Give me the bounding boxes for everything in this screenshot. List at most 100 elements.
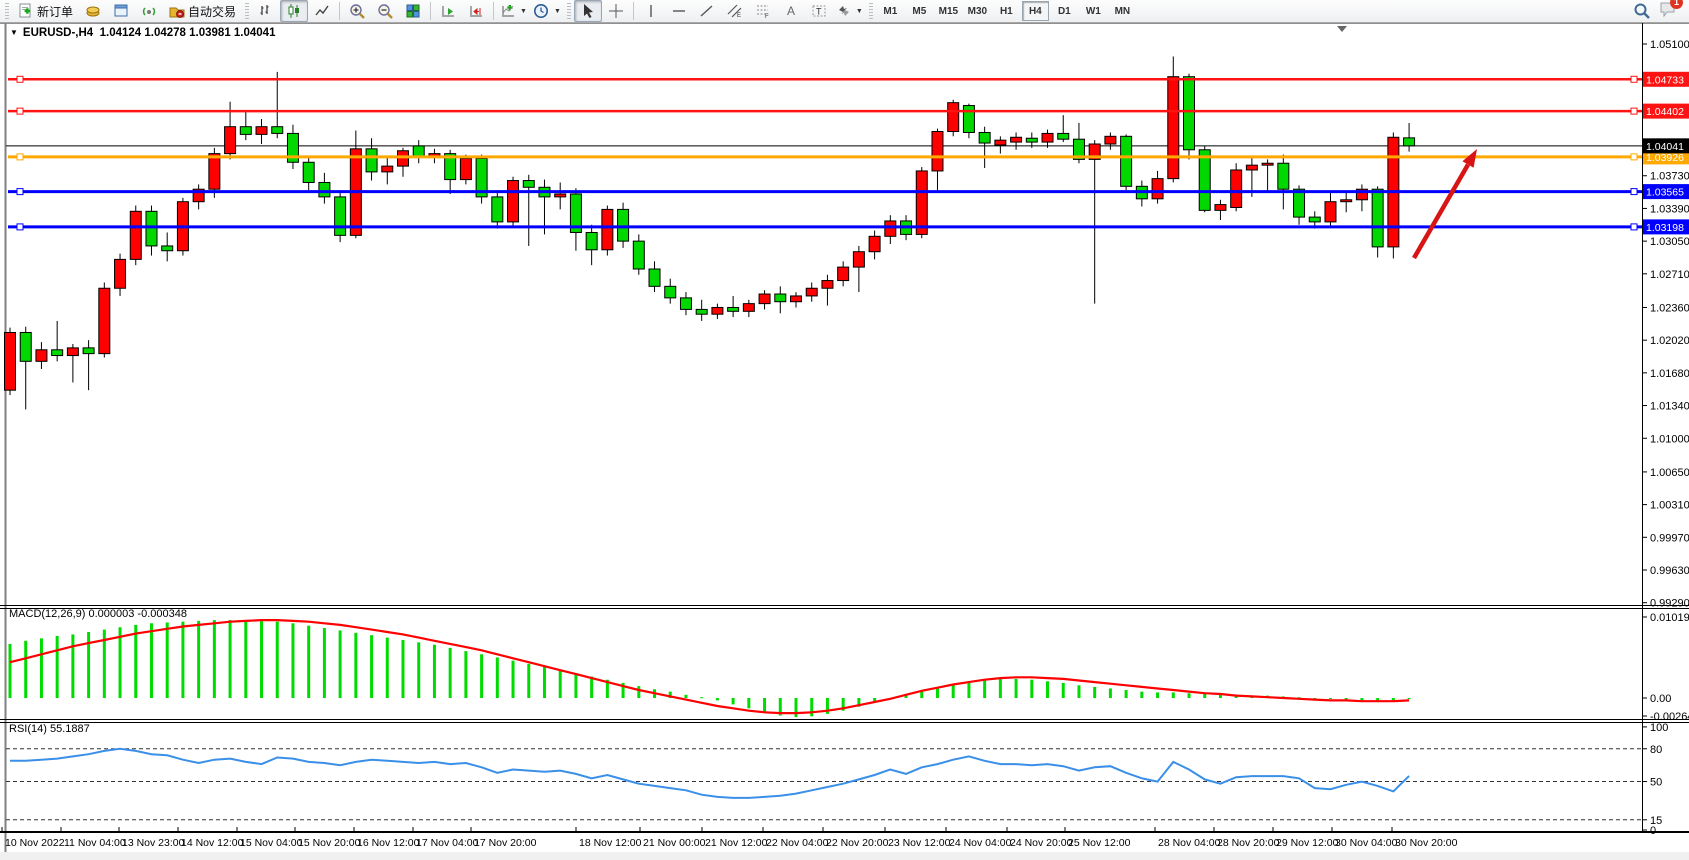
tile-windows-button[interactable] [399,0,427,22]
text-label-button[interactable]: T [805,0,833,22]
indicators-button[interactable]: ▼ [497,0,530,22]
autotrading-button[interactable]: 自动交易 [163,0,242,22]
macd-histogram-bar [402,640,405,698]
candle-bearish [618,209,629,241]
clock-icon [533,3,550,20]
candle-bullish [5,332,16,390]
toolbar-grip[interactable] [567,3,571,19]
text-label-icon: T [811,3,827,19]
timeframe-button-H1[interactable]: H1 [993,1,1020,21]
candlestick-chart-button[interactable] [280,0,308,22]
price-axis-label: 1.01000 [1650,433,1689,445]
price-line-tag: 1.03926 [1646,152,1684,164]
zoom-out-button[interactable] [371,0,399,22]
trendline-button[interactable] [693,0,721,22]
time-axis-label: 23 Nov 12:00 [888,837,951,849]
macd-histogram-bar [213,620,216,698]
macd-histogram-bar [24,641,27,698]
horizontal-line-button[interactable] [665,0,693,22]
new-order-label: 新订单 [37,3,73,20]
candle-bullish [398,151,409,166]
macd-histogram-bar [543,667,546,698]
macd-histogram-bar [386,638,389,698]
candle-bullish [1215,205,1226,211]
macd-histogram-bar [1140,692,1143,698]
macd-histogram-bar [181,622,184,698]
timeframe-button-H4[interactable]: H4 [1022,1,1049,21]
zoom-in-button[interactable] [343,0,371,22]
candle-bearish [728,307,739,311]
timeframe-button-W1[interactable]: W1 [1080,1,1107,21]
line-handle[interactable] [17,76,23,82]
macd-histogram-bar [339,630,342,698]
line-handle[interactable] [1631,108,1637,114]
data-window-button[interactable] [107,0,135,22]
line-handle[interactable] [1631,76,1637,82]
macd-histogram-bar [197,621,200,698]
new-order-button[interactable]: 新订单 [12,0,79,22]
price-axis[interactable]: 1.051001.037301.033901.030501.027101.023… [1642,39,1689,837]
arrows-button[interactable]: ▼ [833,0,866,22]
line-handle[interactable] [1631,189,1637,195]
macd-histogram-bar [1109,688,1112,698]
candle-bullish [1105,136,1116,144]
fibonacci-button[interactable]: F [749,0,777,22]
macd-histogram-bar [1077,685,1080,698]
channel-button[interactable]: E [721,0,749,22]
line-handle[interactable] [17,189,23,195]
macd-histogram-bar [952,684,955,698]
line-chart-button[interactable] [308,0,336,22]
market-watch-button[interactable] [79,0,107,22]
cursor-button[interactable] [574,0,602,22]
toolbar-grip[interactable] [245,3,249,19]
timeframe-button-M30[interactable]: M30 [964,1,991,21]
candle-bearish [146,211,157,246]
text-button[interactable]: A [777,0,805,22]
timeframe-button-MN[interactable]: MN [1109,1,1136,21]
candle-bearish [696,309,707,314]
macd-histogram-bar [229,620,232,698]
line-handle[interactable] [17,154,23,160]
macd-histogram-bar [1156,692,1159,698]
notifications-button[interactable]: 1 [1659,1,1677,22]
macd-histogram-bar [354,633,357,698]
macd-histogram-bar [795,698,798,717]
macd-histogram-bar [480,654,483,698]
toolbar-grip[interactable] [869,3,873,19]
price-axis-label: 1.02020 [1650,335,1689,347]
line-handle[interactable] [17,224,23,230]
timeframe-button-D1[interactable]: D1 [1051,1,1078,21]
chart-canvas[interactable]: 1.051001.037301.033901.030501.027101.023… [0,0,1689,860]
timeframe-button-M15[interactable]: M15 [935,1,962,21]
price-axis-label: 1.00650 [1650,467,1689,479]
line-handle[interactable] [1631,154,1637,160]
vertical-line-button[interactable] [637,0,665,22]
price-axis-label: 1.00310 [1650,500,1689,512]
candle-bearish [649,269,660,286]
candle-bearish [633,241,644,269]
auto-scroll-button[interactable] [434,0,462,22]
price-axis-label: 0.99970 [1650,532,1689,544]
time-axis-label: 16 Nov 12:00 [357,837,420,849]
price-axis-label: 0.99630 [1650,565,1689,577]
macd-indicator-label: MACD(12,26,9) 0.000003 -0.000348 [9,608,187,620]
timeframe-button-M1[interactable]: M1 [877,1,904,21]
search-icon[interactable] [1633,2,1651,20]
candle-bearish [20,332,31,361]
periods-button[interactable]: ▼ [530,0,564,22]
macd-histogram-bar [464,651,467,698]
macd-histogram-bar [166,622,169,698]
line-handle[interactable] [1631,224,1637,230]
chart-shift-button[interactable] [462,0,490,22]
macd-histogram-bar [1015,679,1018,698]
line-handle[interactable] [17,108,23,114]
macd-histogram-bar [1125,690,1128,698]
macd-histogram-bar [684,695,687,698]
toolbar-grip[interactable] [5,3,9,19]
timeframe-button-M5[interactable]: M5 [906,1,933,21]
bar-chart-button[interactable] [252,0,280,22]
time-axis-label: 25 Nov 12:00 [1068,837,1131,849]
signals-button[interactable] [135,0,163,22]
chart-title[interactable]: ▼EURUSD-,H4 1.04124 1.04278 1.03981 1.04… [10,27,275,39]
crosshair-button[interactable] [602,0,630,22]
